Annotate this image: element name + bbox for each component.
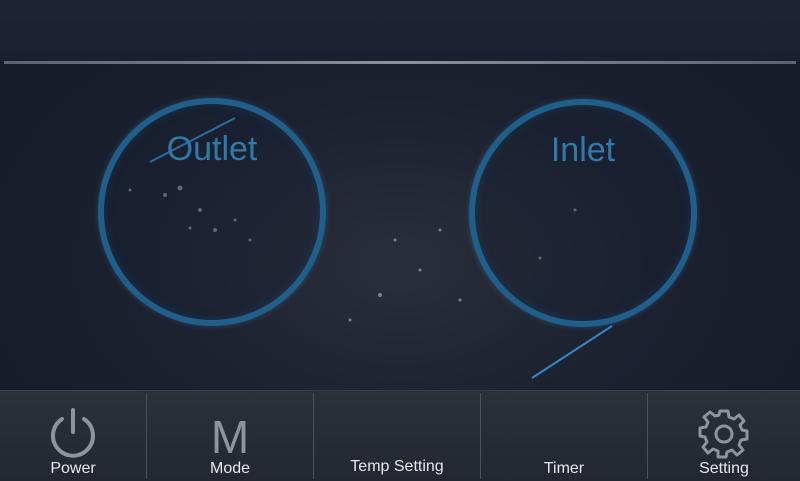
outlet-label: Outlet (166, 130, 258, 168)
power-label: Power (50, 460, 96, 477)
mode-icon: M (210, 411, 250, 463)
inlet-label: Inlet (550, 131, 616, 169)
outlet-gauge: Outlet (98, 98, 326, 326)
setting-label: Setting (699, 460, 749, 477)
setting-button[interactable]: Setting (648, 391, 800, 481)
bottom-nav-bar: Power M Mode Temp Setting Timer Setting (0, 390, 800, 481)
power-button[interactable]: Power (0, 391, 146, 481)
power-icon (45, 404, 101, 460)
temp-setting-button[interactable]: Temp Setting (314, 391, 480, 481)
temp-setting-label: Temp Setting (350, 458, 444, 475)
gear-icon (697, 406, 751, 460)
mode-label: Mode (209, 460, 251, 477)
timer-label: Timer (543, 460, 585, 477)
timer-button[interactable]: Timer (481, 391, 647, 481)
mode-button[interactable]: M Mode (147, 391, 313, 481)
inlet-gauge: Inlet (469, 99, 697, 327)
